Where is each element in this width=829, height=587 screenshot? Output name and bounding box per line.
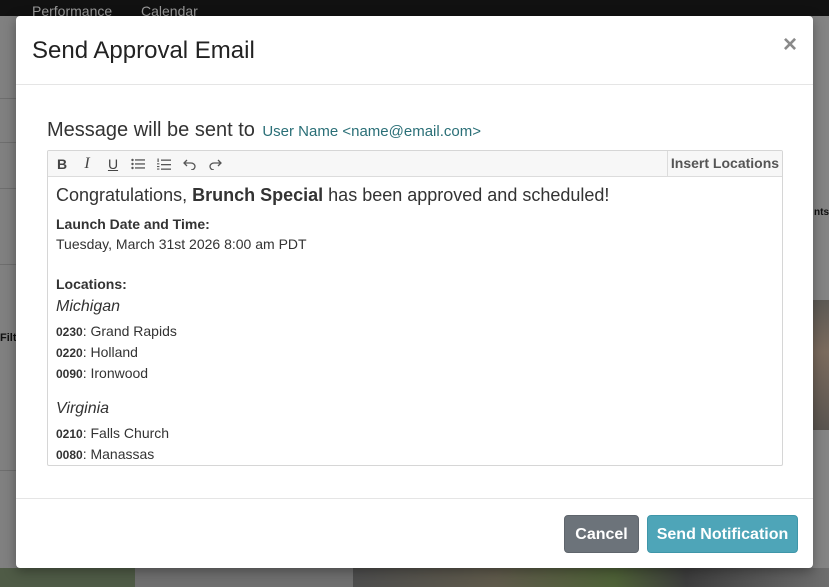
editor-content[interactable]: Congratulations, Brunch Special has been…	[48, 177, 782, 465]
close-icon[interactable]: ×	[778, 31, 802, 59]
background-photo	[353, 568, 829, 587]
send-notification-button[interactable]: Send Notification	[647, 515, 798, 553]
email-editor: B I U Insert Locations Congratulations, …	[47, 150, 783, 466]
launch-date-value: Tuesday, March 31st 2026 8:00 am PDT	[56, 236, 307, 252]
location-name: Falls Church	[90, 425, 170, 441]
location-code: 0090	[56, 367, 83, 381]
location-code: 0210	[56, 427, 83, 441]
launch-date-label: Launch Date and Time:	[56, 216, 210, 232]
background-divider	[0, 188, 16, 189]
modal-header: Send Approval Email ×	[16, 16, 813, 85]
location-code: 0230	[56, 325, 83, 339]
background-right-label: nts,	[814, 207, 829, 218]
state-name-virginia: Virginia	[56, 400, 110, 417]
background-top-nav: Performance Calendar	[0, 0, 829, 16]
location-row: 0210: Falls Church	[56, 425, 170, 441]
background-divider	[0, 470, 16, 471]
location-code: 0080	[56, 448, 83, 462]
background-divider	[0, 98, 16, 99]
location-name: Grand Rapids	[90, 323, 177, 339]
background-nav-calendar: Calendar	[141, 3, 198, 16]
editor-toolbar: B I U Insert Locations	[48, 151, 782, 177]
congrats-suffix: has been approved and scheduled!	[328, 185, 610, 205]
location-name: Ironwood	[90, 365, 149, 381]
numbered-list-icon[interactable]	[154, 154, 174, 174]
bullet-list-icon[interactable]	[128, 154, 148, 174]
background-left-panel	[0, 16, 16, 587]
location-row: 0220: Holland	[56, 344, 138, 360]
state-name-michigan: Michigan	[56, 298, 121, 315]
location-row: 0090: Ironwood	[56, 365, 149, 381]
background-filter-label: Filt	[0, 332, 16, 344]
recipient-line: Message will be sent to User Name <name@…	[47, 117, 481, 145]
location-row: 0080: Manassas	[56, 446, 155, 462]
location-code: 0220	[56, 346, 83, 360]
locations-label: Locations:	[56, 276, 127, 292]
modal-footer: Cancel Send Notification	[16, 498, 813, 568]
background-divider	[0, 142, 16, 143]
send-approval-email-modal: Send Approval Email × Message will be se…	[16, 16, 813, 568]
background-photo	[0, 568, 135, 587]
congratulations-line: Congratulations, Brunch Special has been…	[56, 184, 774, 206]
redo-icon[interactable]	[205, 154, 225, 174]
bold-icon[interactable]: B	[52, 154, 72, 174]
background-nav-performance: Performance	[32, 3, 113, 16]
congrats-prefix: Congratulations,	[56, 185, 188, 205]
undo-icon[interactable]	[179, 154, 199, 174]
background-divider	[0, 264, 16, 265]
location-name: Manassas	[90, 446, 155, 462]
location-name: Holland	[90, 344, 138, 360]
underline-icon[interactable]: U	[103, 154, 123, 174]
location-row: 0230: Grand Rapids	[56, 323, 177, 339]
modal-title: Send Approval Email	[32, 37, 255, 64]
insert-locations-button[interactable]: Insert Locations	[667, 151, 782, 176]
recipient-address: User Name <name@email.com>	[262, 123, 481, 140]
recipient-label: Message will be sent to	[47, 119, 255, 141]
background-photo	[813, 300, 829, 430]
italic-icon[interactable]: I	[77, 154, 97, 174]
promotion-name: Brunch Special	[192, 185, 324, 205]
cancel-button[interactable]: Cancel	[564, 515, 639, 553]
